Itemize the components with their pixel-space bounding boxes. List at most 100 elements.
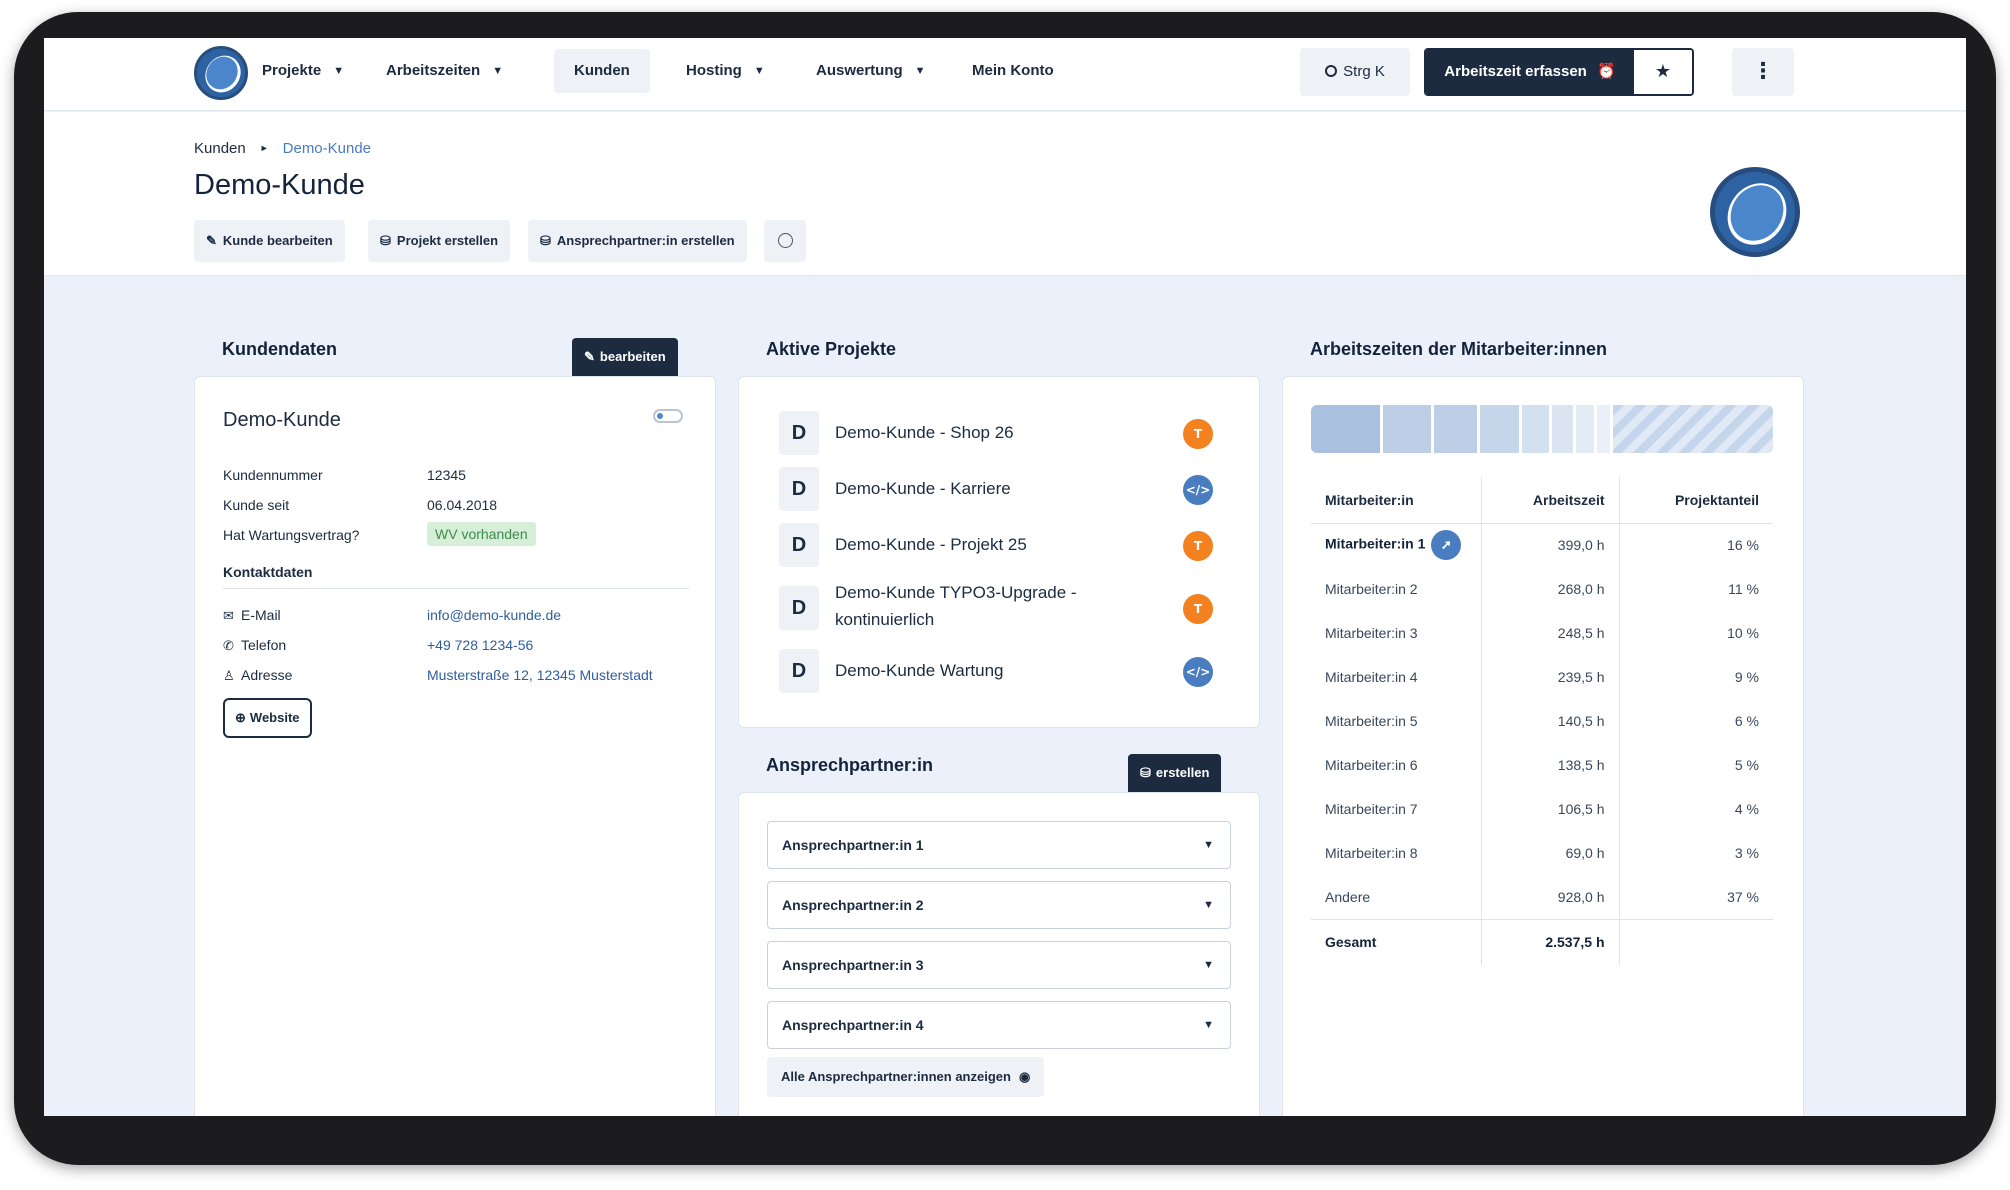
record-time-button-group: Arbeitszeit erfassen ⏰ ★ [1424, 48, 1694, 96]
nav-auswertung[interactable]: Auswertung ▼ [796, 49, 946, 93]
employee-share: 3 % [1618, 831, 1773, 875]
share-bar-segment[interactable] [1434, 405, 1478, 453]
employee-name-text: Mitarbeiter:in 4 [1325, 669, 1418, 685]
caret-down-icon: ▼ [1203, 839, 1214, 851]
project-name[interactable]: Demo-Kunde TYPO3-Upgrade - kontinuierlic… [835, 579, 1135, 633]
project-name[interactable]: Demo-Kunde - Shop 26 [835, 419, 1155, 446]
pencil-icon: ✎ [206, 233, 217, 248]
code-icon: </> [1183, 657, 1213, 687]
share-bar-segment[interactable] [1596, 405, 1610, 453]
nav-arbeitszeiten[interactable]: Arbeitszeiten ▼ [366, 49, 523, 93]
employee-name: Mitarbeiter:in 1 ➚ [1311, 523, 1481, 567]
create-project-button[interactable]: ⛁ Projekt erstellen [368, 220, 511, 262]
share-bar-segment[interactable] [1551, 405, 1574, 453]
history-button[interactable] [764, 220, 806, 262]
employee-hours: 138,5 h [1480, 743, 1619, 787]
contact-key: E-Mail [241, 607, 281, 623]
share-bar-segment[interactable] [1383, 405, 1432, 453]
kundendaten-edit-button[interactable]: ✎ bearbeiten [572, 338, 678, 376]
nav-hosting[interactable]: Hosting ▼ [666, 49, 785, 93]
favorite-star-button[interactable]: ★ [1634, 50, 1692, 94]
breadcrumb-root-link[interactable]: Kunden [194, 140, 246, 157]
phone-link[interactable]: +49 728 1234-56 [427, 637, 533, 653]
vertical-dots-icon: ⋮ [1752, 59, 1774, 84]
website-button[interactable]: ⊕ Website [223, 698, 312, 738]
column-header-employee: Mitarbeiter:in [1311, 477, 1481, 524]
edit-customer-label: Kunde bearbeiten [222, 233, 333, 248]
phone-icon: ✆ [223, 638, 234, 653]
address-link[interactable]: Musterstraße 12, 12345 Musterstadt [427, 667, 653, 683]
email-link[interactable]: info@demo-kunde.de [427, 607, 561, 623]
person-icon: ♙ [223, 668, 235, 683]
nav-mein-konto[interactable]: Mein Konto [952, 49, 1074, 93]
share-bar-segment[interactable] [1612, 405, 1773, 453]
worktime-card: Mitarbeiter:in Arbeitszeit Projektanteil… [1282, 376, 1804, 1116]
employee-hours: 140,5 h [1480, 699, 1619, 743]
project-name[interactable]: Demo-Kunde Wartung [835, 657, 1155, 684]
total-hours: 2.537,5 h [1480, 918, 1619, 965]
create-contact-small-button[interactable]: ⛁ erstellen [1128, 754, 1222, 792]
more-options-button[interactable]: ⋮ [1732, 48, 1794, 96]
worktime-share-bar [1311, 405, 1773, 453]
globe-icon: ⊕ [235, 710, 246, 725]
employee-share: 5 % [1618, 743, 1773, 787]
create-contact-button[interactable]: ⛁ Ansprechpartner:in erstellen [528, 220, 747, 262]
rocket-icon: ➚ [1431, 530, 1462, 561]
record-time-button[interactable]: Arbeitszeit erfassen ⏰ [1426, 50, 1634, 94]
typo3-icon: T [1183, 594, 1213, 624]
employee-share: 4 % [1618, 787, 1773, 831]
project-item[interactable]: D Demo-Kunde - Shop 26 T [779, 411, 1219, 457]
table-row: Mitarbeiter:in 7 106,5 h4 % [1311, 787, 1773, 831]
edit-customer-button[interactable]: ✎ Kunde bearbeiten [194, 220, 345, 262]
nav-projekte[interactable]: Projekte ▼ [242, 49, 364, 93]
show-all-contacts-button[interactable]: Alle Ansprechpartner:innen anzeigen ◉ [767, 1057, 1045, 1097]
project-item[interactable]: D Demo-Kunde - Karriere </> [779, 467, 1219, 513]
employee-share: 11 % [1618, 567, 1773, 611]
app-logo[interactable] [194, 46, 248, 100]
contact-dropdown-label: Ansprechpartner:in 1 [782, 837, 924, 853]
project-item[interactable]: D Demo-Kunde TYPO3-Upgrade - kontinuierl… [779, 583, 1219, 632]
project-name[interactable]: Demo-Kunde - Projekt 25 [835, 531, 1155, 558]
contact-dropdown[interactable]: Ansprechpartner:in 2 ▼ [767, 881, 1231, 929]
contacts-section-title: Ansprechpartner:in [766, 755, 934, 775]
share-bar-segment[interactable] [1311, 405, 1381, 453]
top-navigation: Projekte ▼ Arbeitszeiten ▼ Kunden Hosting ▼… [44, 38, 1966, 111]
info-value: 06.04.2018 [427, 497, 498, 513]
nav-kunden[interactable]: Kunden [554, 49, 650, 93]
maintenance-status-badge: WV vorhanden [427, 522, 536, 546]
employee-name-text: Mitarbeiter:in 7 [1325, 801, 1418, 817]
caret-down-icon: ▼ [753, 65, 765, 77]
database-plus-icon: ⛁ [1140, 765, 1151, 780]
contact-dropdown[interactable]: Ansprechpartner:in 3 ▼ [767, 941, 1231, 989]
contact-dropdown[interactable]: Ansprechpartner:in 1 ▼ [767, 821, 1231, 869]
website-label: Website [249, 710, 300, 725]
employee-share: 10 % [1618, 611, 1773, 655]
project-name[interactable]: Demo-Kunde - Karriere [835, 475, 1155, 502]
page-title: Demo-Kunde [194, 169, 365, 201]
employee-hours: 106,5 h [1480, 787, 1619, 831]
employee-hours: 239,5 h [1480, 655, 1619, 699]
table-row: Mitarbeiter:in 1 ➚ 399,0 h 16 % [1311, 523, 1773, 567]
caret-down-icon: ▼ [914, 65, 926, 77]
employee-name: Mitarbeiter:in 2 [1311, 567, 1481, 611]
employee-name-text: Mitarbeiter:in 3 [1325, 625, 1418, 641]
employee-hours: 928,0 h [1480, 875, 1619, 919]
contacts-subtitle: Kontaktdaten [223, 564, 313, 580]
breadcrumb: Kunden ► Demo-Kunde [194, 140, 371, 157]
nav-auswertung-label: Auswertung [816, 62, 903, 79]
share-bar-segment[interactable] [1480, 405, 1520, 453]
contact-dropdown[interactable]: Ansprechpartner:in 4 ▼ [767, 1001, 1231, 1049]
customer-active-toggle[interactable] [653, 409, 683, 423]
share-bar-segment[interactable] [1522, 405, 1549, 453]
total-share-empty [1618, 918, 1773, 965]
employee-hours: 268,0 h [1480, 567, 1619, 611]
project-avatar: D [779, 523, 819, 567]
share-bar-segment[interactable] [1576, 405, 1594, 453]
table-row: Mitarbeiter:in 3 248,5 h 10 % [1311, 611, 1773, 655]
employee-share: 6 % [1618, 699, 1773, 743]
project-item[interactable]: D Demo-Kunde - Projekt 25 T [779, 523, 1219, 569]
alarm-clock-icon: ⏰ [1597, 63, 1616, 80]
employee-name: Mitarbeiter:in 8 [1311, 831, 1481, 875]
project-item[interactable]: D Demo-Kunde Wartung </> [779, 649, 1219, 695]
search-button[interactable]: Strg K [1300, 48, 1410, 96]
